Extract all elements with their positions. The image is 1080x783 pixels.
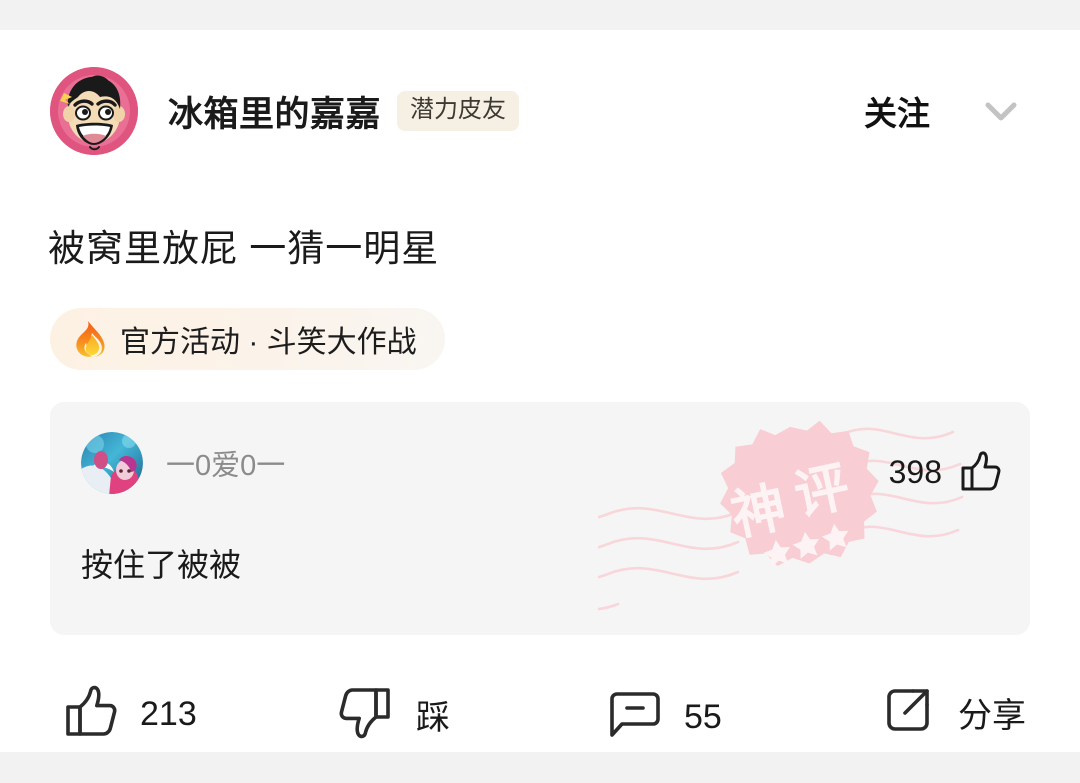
thumbs-up-icon[interactable] [958, 450, 1002, 494]
thumbs-up-icon [62, 684, 118, 745]
dislike-button[interactable]: 踩 [338, 684, 450, 745]
comment-like-group[interactable]: 398 [889, 450, 1002, 494]
share-button[interactable]: 分享 [880, 682, 1026, 743]
like-button[interactable]: 213 [62, 684, 197, 745]
post-page: 冰箱里的嘉嘉 潜力皮友 关注 被窝里放屁 一猜一明星 官方活动 · 斗笑大作战 … [0, 30, 1080, 783]
divine-comment-stamp: 神 评 [476, 402, 1028, 635]
status-bar-strip-top [0, 0, 1080, 30]
fire-icon [72, 320, 106, 358]
share-label: 分享 [958, 697, 1026, 735]
comment-button[interactable]: 55 [608, 688, 722, 747]
author-header: 冰箱里的嘉嘉 潜力皮友 关注 [50, 65, 1030, 157]
follow-button[interactable]: 关注 [864, 87, 930, 135]
like-count: 213 [140, 695, 197, 733]
share-icon [880, 682, 936, 743]
comment-text: 按住了被被 [81, 547, 242, 583]
svg-text:评: 评 [789, 457, 854, 527]
chevron-down-icon[interactable] [978, 88, 1024, 134]
comment-avatar[interactable] [81, 432, 143, 494]
dislike-label: 踩 [416, 699, 450, 737]
comment-author-row: 一0爱0一 [81, 432, 285, 494]
comment-icon [608, 688, 662, 747]
comment-like-count: 398 [888, 453, 942, 490]
hot-comment-card[interactable]: 神 评 一0爱0一 按住了被被 398 [50, 402, 1030, 635]
author-avatar[interactable] [50, 67, 138, 155]
action-bar: 213 踩 55 分享 [0, 670, 1080, 762]
post-title: 被窝里放屁 一猜一明星 [48, 228, 440, 269]
author-badge: 潜力皮友 [397, 91, 520, 131]
thumbs-down-icon [338, 684, 394, 745]
svg-text:神: 神 [726, 477, 791, 547]
author-name[interactable]: 冰箱里的嘉嘉 [168, 86, 381, 137]
activity-label: 官方活动 · 斗笑大作战 [120, 326, 417, 359]
comment-count: 55 [684, 698, 722, 736]
nav-bar-strip-bottom [0, 752, 1080, 783]
comment-username[interactable]: 一0爱0一 [166, 442, 285, 484]
activity-tag[interactable]: 官方活动 · 斗笑大作战 [50, 308, 445, 370]
